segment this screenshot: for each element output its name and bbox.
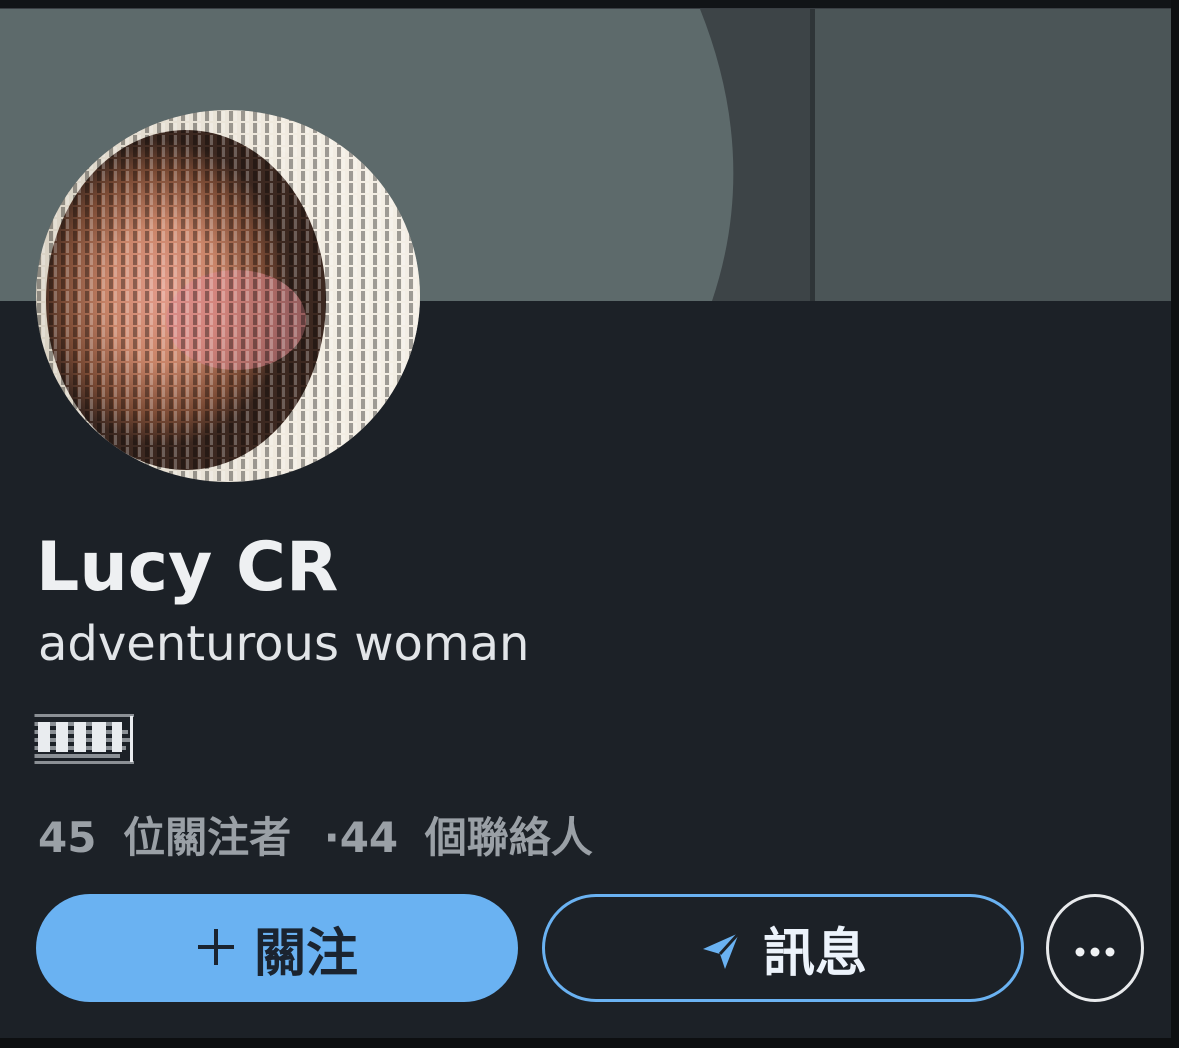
message-button[interactable]: 訊息: [542, 894, 1024, 1002]
send-icon: [699, 926, 743, 970]
obscured-text-block: [33, 711, 137, 767]
message-label: 訊息: [762, 923, 867, 984]
more-icon: [1073, 931, 1117, 966]
more-options-button[interactable]: [1046, 894, 1144, 1002]
followers-count[interactable]: 45: [38, 808, 96, 868]
profile-bio: adventurous woman: [38, 616, 530, 672]
profile-stats: 45 位關注者 ·44 個聯絡人: [38, 808, 593, 868]
followers-label[interactable]: 位關注者: [123, 808, 291, 868]
status-bar-edge: [0, 0, 1179, 9]
profile-name: Lucy CR: [36, 528, 339, 607]
profile-avatar[interactable]: [36, 110, 420, 482]
profile-page: Lucy CR adventurous woman 45 位關注者 ·44 個聯…: [0, 0, 1179, 1048]
stats-separator: ·: [323, 813, 340, 862]
screen-edge: [1171, 0, 1179, 1048]
contacts-label[interactable]: 個聯絡人: [425, 808, 593, 868]
bottom-edge: [0, 1038, 1179, 1048]
plus-icon: [196, 916, 236, 981]
follow-button[interactable]: 關注: [36, 894, 518, 1002]
contacts-count[interactable]: 44: [340, 808, 398, 868]
follow-label: 關注: [253, 923, 358, 984]
